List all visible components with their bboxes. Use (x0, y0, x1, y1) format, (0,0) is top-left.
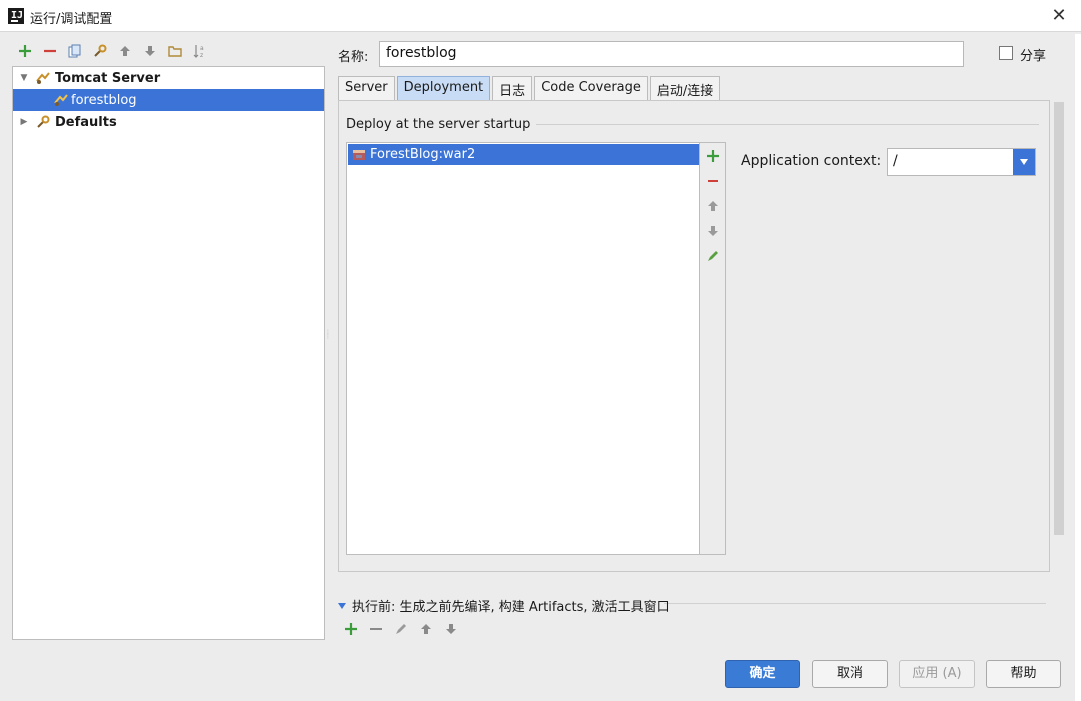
tab-code-coverage[interactable]: Code Coverage (534, 76, 648, 100)
name-label: 名称: (338, 50, 369, 65)
tree-item-label: Defaults (55, 114, 117, 130)
scrollbar-thumb[interactable] (1054, 102, 1064, 535)
expand-caret-icon[interactable]: ▼ (17, 73, 31, 83)
list-item-artifact[interactable]: ForestBlog:war2 (348, 144, 699, 165)
tree-item-label: Tomcat Server (55, 70, 161, 86)
wrench-icon (37, 115, 50, 128)
tab-startup-connection[interactable]: 启动/连接 (649, 76, 721, 100)
name-input[interactable]: forestblog (379, 41, 964, 67)
config-tree: ▼ Tomcat Server forestblog ▶ Defaults (12, 66, 325, 640)
cancel-button[interactable]: 取消 (812, 660, 888, 688)
deploy-list-toolbar (700, 142, 726, 555)
tree-item-forestblog[interactable]: forestblog (13, 89, 324, 111)
move-down-icon[interactable] (137, 40, 162, 62)
window-edge (1075, 34, 1081, 701)
move-down-icon[interactable] (438, 618, 463, 640)
remove-icon[interactable] (363, 618, 388, 640)
tree-item-tomcat-server[interactable]: ▼ Tomcat Server (13, 67, 324, 89)
tomcat-icon (36, 72, 50, 84)
share-label: 分享 (1020, 49, 1047, 64)
before-launch-divider (664, 603, 1046, 604)
svg-text:z: z (200, 52, 203, 59)
folder-icon[interactable] (162, 40, 187, 62)
title-bar: IJ 运行/调试配置 ✕ (0, 0, 1081, 32)
vertical-scrollbar[interactable] (1054, 102, 1064, 535)
tab-server[interactable]: Server (338, 76, 395, 100)
app-context-label: Application context: (741, 153, 882, 169)
deploy-artifact-list[interactable]: ForestBlog:war2 (346, 142, 700, 555)
tomcat-config-icon (54, 94, 68, 106)
move-up-icon[interactable] (702, 195, 724, 217)
tab-logs[interactable]: 日志 (492, 76, 533, 100)
artifact-label: ForestBlog:war2 (370, 147, 476, 162)
chevron-down-icon[interactable] (1013, 149, 1035, 175)
intellij-app-icon: IJ (8, 8, 24, 24)
share-checkbox[interactable] (999, 46, 1013, 60)
apply-button[interactable]: 应用 (A) (899, 660, 975, 688)
window-title: 运行/调试配置 (30, 12, 113, 27)
add-icon[interactable] (338, 618, 363, 640)
splitter-handle[interactable]: ⋮ ⋮ (325, 330, 331, 347)
move-down-icon[interactable] (702, 220, 724, 242)
war-artifact-icon (353, 149, 365, 160)
deploy-section-title: Deploy at the server startup (346, 117, 537, 132)
add-icon[interactable] (702, 145, 724, 167)
edit-icon[interactable] (388, 618, 413, 640)
app-context-value: / (893, 153, 898, 169)
tree-item-defaults[interactable]: ▶ Defaults (13, 111, 324, 133)
config-tabs: Server Deployment 日志 Code Coverage 启动/连接 (338, 76, 721, 100)
close-button[interactable]: ✕ (1047, 4, 1071, 28)
config-toolbar: az (12, 40, 212, 62)
edit-icon[interactable] (702, 245, 724, 267)
remove-icon[interactable] (37, 40, 62, 62)
wrench-icon[interactable] (87, 40, 112, 62)
move-up-icon[interactable] (112, 40, 137, 62)
sort-icon[interactable]: az (187, 40, 212, 62)
before-launch-label: 执行前: 生成之前先编译, 构建 Artifacts, 激活工具窗口 (352, 600, 670, 615)
before-launch-toolbar (338, 618, 463, 640)
ok-button[interactable]: 确定 (725, 660, 800, 688)
help-button[interactable]: 帮助 (986, 660, 1061, 688)
add-icon[interactable] (12, 40, 37, 62)
tab-deployment[interactable]: Deployment (396, 76, 491, 100)
before-launch-header[interactable]: 执行前: 生成之前先编译, 构建 Artifacts, 激活工具窗口 (338, 596, 670, 615)
app-context-combobox[interactable]: / (887, 148, 1036, 176)
svg-text:a: a (200, 45, 204, 52)
copy-icon[interactable] (62, 40, 87, 62)
chevron-down-icon[interactable] (338, 602, 346, 609)
remove-icon[interactable] (702, 170, 724, 192)
collapse-caret-icon[interactable]: ▶ (17, 117, 31, 127)
move-up-icon[interactable] (413, 618, 438, 640)
tree-item-label: forestblog (71, 92, 137, 108)
